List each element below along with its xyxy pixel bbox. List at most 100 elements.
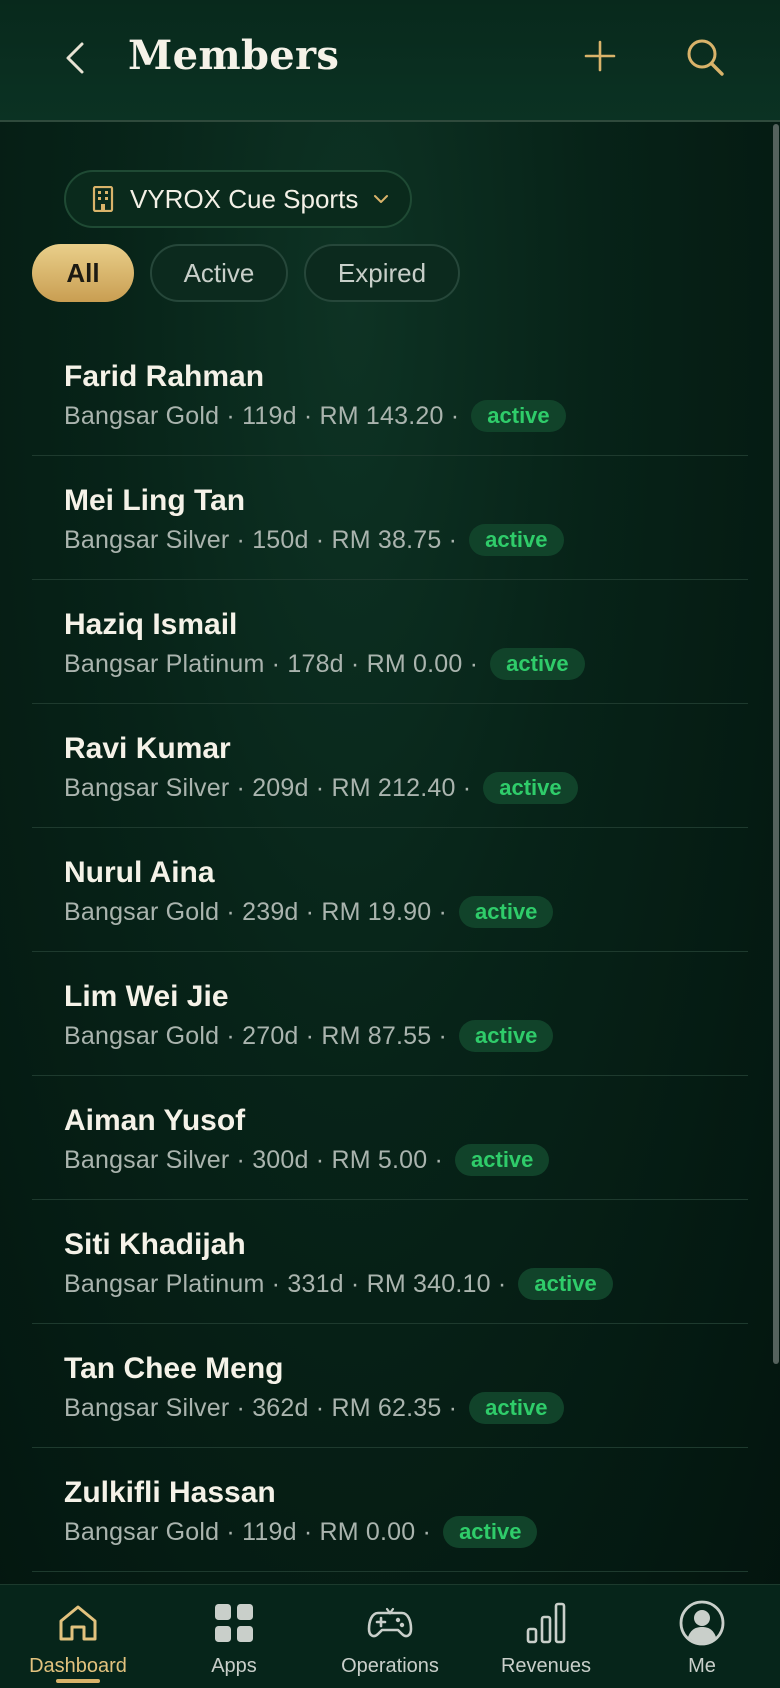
member-balance: RM 0.00 — [319, 1517, 416, 1546]
member-days: 300d — [252, 1145, 309, 1174]
member-meta: Bangsar Platinum · 331d · RM 340.10 · ac… — [64, 1268, 613, 1300]
member-name: Mei Ling Tan — [64, 484, 246, 517]
member-plan: Bangsar Silver — [64, 1393, 230, 1422]
member-meta: Bangsar Platinum · 178d · RM 0.00 · acti… — [64, 648, 585, 680]
member-days: 119d — [242, 401, 297, 430]
member-name: Farid Rahman — [64, 360, 265, 393]
member-plan: Bangsar Gold — [64, 897, 220, 926]
filter-chip-label: All — [66, 257, 100, 288]
status-badge: active — [455, 1144, 550, 1176]
member-meta: Bangsar Gold · 239d · RM 19.90 · active — [64, 896, 554, 928]
nav-label: Apps — [211, 1655, 257, 1677]
member-balance: RM 5.00 — [331, 1145, 428, 1174]
member-plan: Bangsar Silver — [64, 1145, 230, 1174]
status-badge: active — [459, 896, 554, 928]
member-row[interactable]: Haziq Ismail Bangsar Platinum · 178d · R… — [32, 580, 748, 704]
member-row[interactable]: Ravi Kumar Bangsar Silver · 209d · RM 21… — [32, 704, 748, 828]
filter-chip-label: Active — [183, 257, 255, 288]
member-meta: Bangsar Gold · 270d · RM 87.55 · active — [64, 1020, 554, 1052]
member-row[interactable]: Lim Wei Jie Bangsar Gold · 270d · RM 87.… — [32, 952, 748, 1076]
member-plan: Bangsar Gold — [64, 401, 220, 430]
member-plan: Bangsar Gold — [64, 1021, 220, 1050]
member-days: 209d — [252, 773, 309, 802]
member-plan: Bangsar Silver — [64, 525, 230, 554]
nav-label: Revenues — [500, 1655, 592, 1677]
search-icon — [687, 39, 724, 76]
member-balance: RM 62.35 — [331, 1393, 442, 1422]
member-row[interactable]: Aiman Yusof Bangsar Silver · 300d · RM 5… — [32, 1076, 748, 1200]
member-row[interactable]: Siti Khadijah Bangsar Platinum · 331d · … — [32, 1200, 748, 1324]
member-name: Tan Chee Meng — [64, 1352, 284, 1385]
member-days: 119d — [242, 1517, 297, 1546]
member-days: 270d — [242, 1021, 299, 1050]
nav-item-operations[interactable]: Operations — [312, 1585, 468, 1688]
home-icon — [59, 1605, 97, 1641]
members-screen: Members VYROX Cue Sports All Active Expi… — [0, 0, 780, 1688]
member-name: Nurul Aina — [64, 856, 215, 889]
user-avatar-icon — [679, 1600, 725, 1646]
scrollbar-thumb[interactable] — [773, 124, 779, 1364]
status-badge: active — [443, 1516, 538, 1548]
member-meta: Bangsar Silver · 300d · RM 5.00 · active — [64, 1144, 550, 1176]
filter-chip-label: Expired — [337, 257, 427, 288]
member-balance: RM 87.55 — [321, 1021, 432, 1050]
building-icon — [92, 186, 114, 212]
status-badge: active — [471, 400, 566, 432]
member-balance: RM 19.90 — [321, 897, 432, 926]
member-name: Lim Wei Jie — [64, 980, 229, 1013]
nav-item-apps[interactable]: Apps — [156, 1585, 312, 1688]
member-name: Ravi Kumar — [64, 732, 231, 765]
member-plan: Bangsar Platinum — [64, 1269, 265, 1298]
chevron-left-icon — [66, 42, 84, 74]
search-button[interactable] — [684, 36, 726, 78]
member-row[interactable]: Nurul Aina Bangsar Gold · 239d · RM 19.9… — [32, 828, 748, 952]
plus-icon — [584, 40, 616, 72]
nav-label: Dashboard — [29, 1655, 127, 1677]
member-row[interactable]: Farid Rahman Bangsar Gold · 119d · RM 14… — [32, 332, 748, 456]
member-list: Farid Rahman Bangsar Gold · 119d · RM 14… — [32, 332, 748, 1572]
member-days: 178d — [287, 649, 344, 678]
filter-chip-expired[interactable]: Expired — [304, 244, 460, 302]
app-header: Members — [0, 0, 780, 122]
member-row[interactable]: Zulkifli Hassan Bangsar Gold · 119d · RM… — [32, 1448, 748, 1572]
status-badge: active — [490, 648, 585, 680]
filter-chip-active[interactable]: Active — [150, 244, 288, 302]
nav-item-dashboard[interactable]: Dashboard — [0, 1585, 156, 1688]
page-title: Members — [128, 32, 340, 79]
member-name: Zulkifli Hassan — [64, 1476, 276, 1509]
member-balance: RM 0.00 — [366, 649, 463, 678]
status-badge: active — [469, 1392, 564, 1424]
add-member-button[interactable] — [582, 38, 618, 74]
member-plan: Bangsar Platinum — [64, 649, 265, 678]
member-name: Haziq Ismail — [64, 608, 238, 641]
chevron-down-icon — [374, 195, 389, 203]
status-badge: active — [459, 1020, 554, 1052]
filter-chip-all[interactable]: All — [32, 244, 134, 302]
member-balance: RM 340.10 — [366, 1269, 491, 1298]
member-days: 331d — [287, 1269, 344, 1298]
member-row[interactable]: Tan Chee Meng Bangsar Silver · 362d · RM… — [32, 1324, 748, 1448]
member-days: 362d — [252, 1393, 309, 1422]
nav-item-me[interactable]: Me — [624, 1585, 780, 1688]
member-row[interactable]: Mei Ling Tan Bangsar Silver · 150d · RM … — [32, 456, 748, 580]
venue-label: VYROX Cue Sports — [130, 183, 359, 214]
venue-selector[interactable]: VYROX Cue Sports — [64, 170, 412, 228]
member-days: 239d — [242, 897, 299, 926]
member-balance: RM 38.75 — [331, 525, 442, 554]
member-meta: Bangsar Gold · 119d · RM 0.00 · active — [64, 1516, 538, 1548]
status-badge: active — [483, 772, 578, 804]
active-indicator — [56, 1679, 100, 1683]
member-plan: Bangsar Silver — [64, 773, 230, 802]
member-meta: Bangsar Silver · 150d · RM 38.75 · activ… — [64, 524, 564, 556]
status-badge: active — [469, 524, 564, 556]
status-badge: active — [518, 1268, 613, 1300]
member-balance: RM 212.40 — [331, 773, 456, 802]
member-days: 150d — [252, 525, 309, 554]
nav-label: Operations — [341, 1655, 439, 1677]
member-name: Siti Khadijah — [64, 1228, 246, 1261]
member-meta: Bangsar Gold · 119d · RM 143.20 · active — [64, 400, 566, 432]
nav-item-revenues[interactable]: Revenues — [468, 1585, 624, 1688]
nav-label: Me — [688, 1655, 716, 1677]
member-plan: Bangsar Gold — [64, 1517, 220, 1546]
back-button[interactable] — [56, 36, 96, 80]
